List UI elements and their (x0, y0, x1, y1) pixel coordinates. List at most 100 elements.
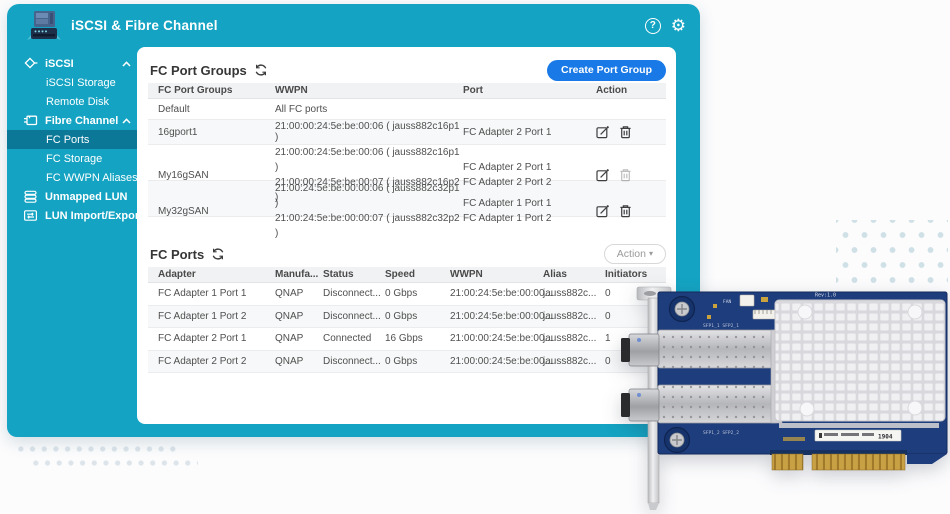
cell-alias: jauss882c... (543, 288, 605, 299)
cell-manufacturer: QNAP (275, 311, 323, 322)
product-label: 1904 (815, 430, 901, 441)
col-header: Adapter (148, 269, 275, 280)
create-port-group-button[interactable]: Create Port Group (547, 60, 666, 81)
edit-icon[interactable] (596, 125, 610, 139)
group-port: FC Adapter 1 Port 1 (463, 196, 588, 211)
group-name: My16gSAN (148, 170, 275, 181)
group-port: FC Adapter 1 Port 2 (463, 211, 588, 226)
action-dropdown-button[interactable]: Action ▾ (604, 244, 666, 264)
table-row[interactable]: FC Adapter 1 Port 1 QNAP Disconnect... 0… (148, 283, 666, 306)
sidebar-item-label: LUN Import/Export (45, 210, 143, 222)
col-header: WWPN (450, 269, 543, 280)
cell-manufacturer: QNAP (275, 288, 323, 299)
sidebar-item-label: iSCSI (45, 58, 74, 70)
delete-icon-disabled (619, 168, 632, 182)
sidebar: iSCSI iSCSI Storage Remote Disk Fibre Ch… (7, 47, 144, 437)
group-name: 16gport1 (148, 127, 275, 138)
cell-adapter: FC Adapter 2 Port 2 (148, 356, 275, 367)
settings-gear-icon[interactable]: ⚙ (671, 17, 686, 34)
app-window: iSCSI & Fibre Channel ? ⚙ iSCSI iSCSI St… (7, 4, 700, 437)
col-header: Port (463, 85, 588, 96)
sfp-module-1 (621, 334, 659, 366)
label-code: 1904 (878, 434, 893, 441)
table-row[interactable]: My16gSAN 21:00:00:24:5e:be:00:06 ( jauss… (148, 145, 666, 181)
fan-connector (740, 295, 754, 306)
cell-adapter: FC Adapter 2 Port 1 (148, 333, 275, 344)
port-groups-title: FC Port Groups (150, 63, 247, 78)
cell-status: Connected (323, 333, 385, 344)
delete-icon[interactable] (619, 125, 632, 139)
table-row[interactable]: Default All FC ports (148, 99, 666, 120)
decor-dots-bottom-left-row1 (15, 446, 180, 452)
cell-alias: jauss882c... (543, 311, 605, 322)
sidebar-item-fc-ports[interactable]: FC Ports (7, 130, 144, 149)
cell-manufacturer: QNAP (275, 356, 323, 367)
sidebar-item-label: iSCSI Storage (46, 77, 116, 89)
sidebar-item-label: Remote Disk (46, 96, 109, 108)
table-row[interactable]: FC Adapter 1 Port 2 QNAP Disconnect... 0… (148, 306, 666, 329)
sidebar-item-fibre-channel[interactable]: Fibre Channel (7, 111, 144, 130)
lun-import-export-icon (23, 208, 38, 223)
table-row[interactable]: 16gport1 21:00:00:24:5e:be:00:06 ( jauss… (148, 120, 666, 145)
table-row[interactable]: FC Adapter 2 Port 2 QNAP Disconnect... 0… (148, 351, 666, 374)
sidebar-item-fc-storage[interactable]: FC Storage (7, 149, 144, 168)
help-icon[interactable]: ? (645, 18, 661, 34)
col-header: Status (323, 269, 385, 280)
content-panel: FC Port Groups Create Port Group FC Port… (137, 47, 676, 424)
cell-speed: 0 Gbps (385, 311, 450, 322)
sidebar-item-label: FC Ports (46, 134, 89, 146)
fibre-channel-icon (23, 113, 38, 128)
sidebar-item-unmapped-lun[interactable]: Unmapped LUN (7, 187, 144, 206)
group-wwpn: 21:00:24:5e:be:00:00:07 ( jauss882c32p2 … (275, 211, 463, 241)
col-header: Action (588, 85, 666, 96)
sidebar-item-iscsi[interactable]: iSCSI (7, 54, 144, 73)
edit-icon[interactable] (596, 204, 610, 218)
heatsink (775, 300, 945, 428)
group-wwpn: 21:00:00:24:5e:be:00:06 ( jauss882c16p1 … (275, 121, 463, 143)
table-row[interactable]: My32gSAN 21:00:24:5e:be:00:00:06 ( jauss… (148, 181, 666, 217)
sidebar-item-iscsi-storage[interactable]: iSCSI Storage (7, 73, 144, 92)
sidebar-item-label: Fibre Channel (45, 115, 118, 127)
table-header-row: Adapter Manufa... Status Speed WWPN Alia… (148, 267, 666, 283)
sfp-module-2 (621, 389, 659, 421)
pcb-screw-top (670, 297, 695, 322)
rev-silkscreen: Rev:1.0 (815, 293, 836, 299)
page-title: iSCSI & Fibre Channel (71, 18, 218, 33)
port-groups-header: FC Port Groups Create Port Group (150, 57, 666, 83)
edit-icon[interactable] (596, 168, 610, 182)
sidebar-item-fc-wwpn-aliases[interactable]: FC WWPN Aliases (7, 168, 144, 187)
sidebar-item-label: FC Storage (46, 153, 102, 165)
sidebar-item-label: FC WWPN Aliases (46, 172, 138, 184)
col-header: FC Port Groups (148, 85, 275, 96)
caret-down-icon: ▾ (649, 250, 653, 258)
group-wwpn: 21:00:24:5e:be:00:00:06 ( jauss882c32p1 … (275, 181, 463, 211)
window-header: iSCSI & Fibre Channel ? ⚙ (7, 4, 700, 47)
cell-speed: 0 Gbps (385, 288, 450, 299)
delete-icon[interactable] (619, 204, 632, 218)
cell-speed: 16 Gbps (385, 333, 450, 344)
unmapped-lun-icon (23, 189, 38, 204)
gear-glyph: ⚙ (671, 16, 686, 35)
group-name: Default (148, 104, 275, 115)
create-port-group-label: Create Port Group (561, 64, 652, 76)
group-port: FC Adapter 2 Port 2 (463, 175, 588, 190)
fan-silkscreen: FAN (723, 299, 732, 305)
cell-alias: jauss882c... (543, 356, 605, 367)
group-wwpn: All FC ports (275, 104, 463, 115)
group-wwpn: 21:00:00:24:5e:be:00:06 ( jauss882c16p1 … (275, 145, 463, 175)
chevron-up-icon[interactable] (122, 118, 131, 124)
cell-speed: 0 Gbps (385, 356, 450, 367)
refresh-icon[interactable] (254, 63, 268, 77)
refresh-icon[interactable] (211, 247, 225, 261)
group-name: My32gSAN (148, 206, 275, 217)
table-row[interactable]: FC Adapter 2 Port 1 QNAP Connected 16 Gb… (148, 328, 666, 351)
fibre-channel-card-image: FAN Rev:1.0 SFP1_1 SFP2_1 SFP1_2 SFP2_2 (615, 282, 950, 514)
sidebar-item-lun-import-export[interactable]: LUN Import/Export (7, 206, 144, 225)
cell-wwpn: 21:00:24:5e:be:00:00... (450, 311, 543, 322)
cell-adapter: FC Adapter 1 Port 2 (148, 311, 275, 322)
col-header: Speed (385, 269, 450, 280)
chevron-up-icon[interactable] (122, 61, 131, 67)
smd-component-row (779, 423, 939, 428)
sidebar-item-remote-disk[interactable]: Remote Disk (7, 92, 144, 111)
nas-device-icon (25, 8, 63, 44)
